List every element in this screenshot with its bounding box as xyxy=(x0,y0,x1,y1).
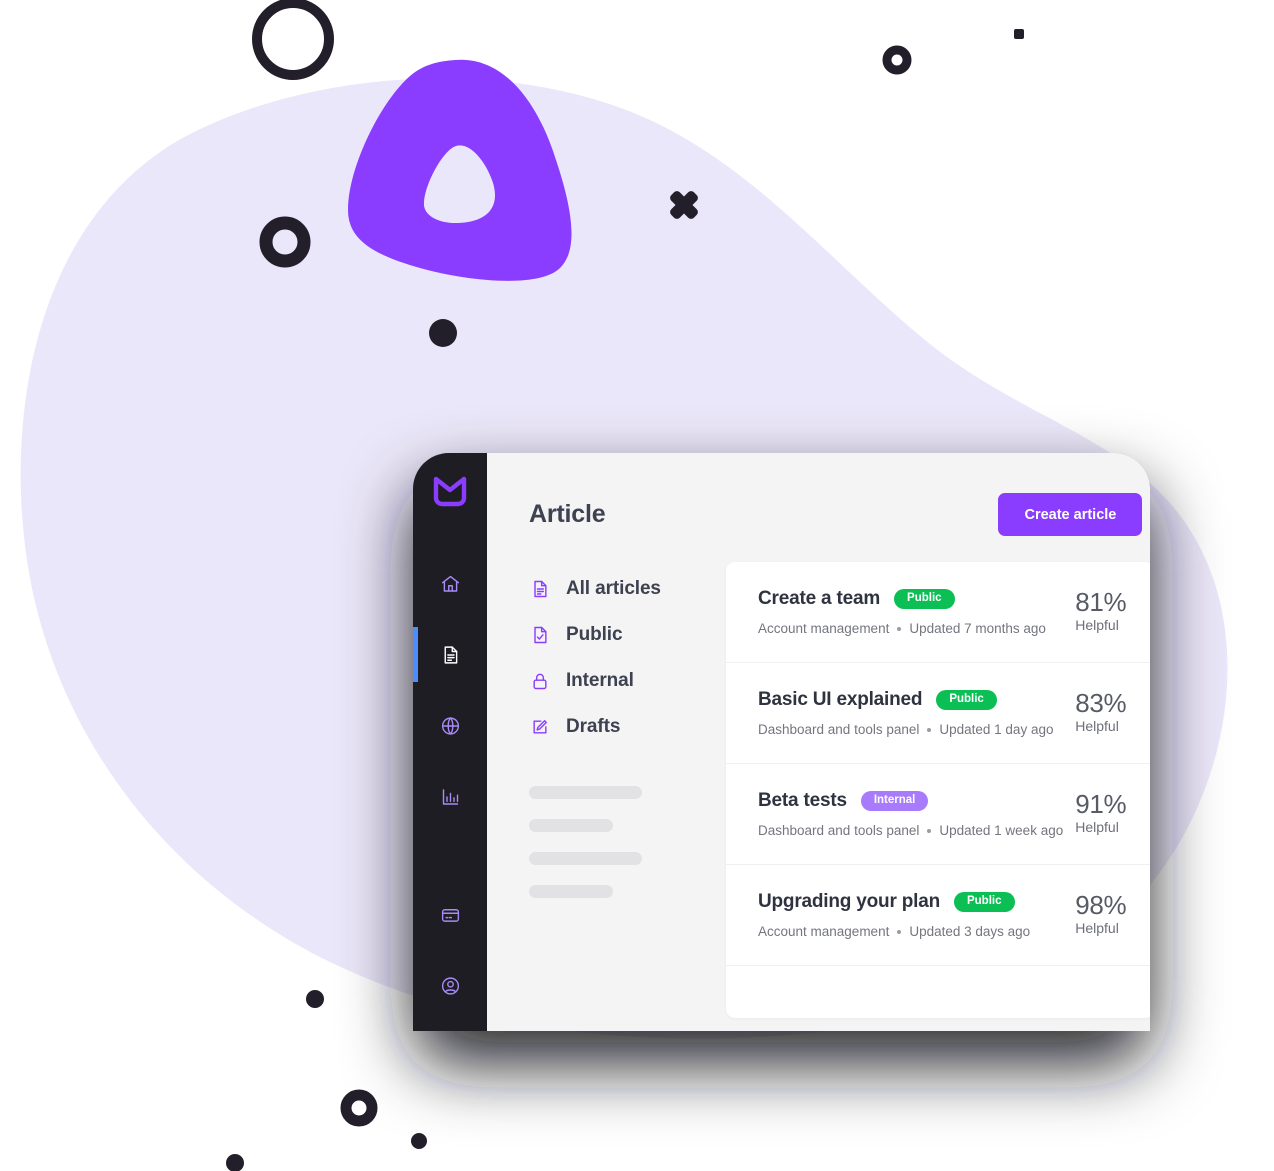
nav-item-internal[interactable]: Internal xyxy=(529,658,714,704)
article-title-row: Beta tests Internal xyxy=(758,790,1063,812)
article-updated: Updated 1 week ago xyxy=(939,823,1064,838)
article-title: Create a team xyxy=(758,588,881,609)
nav-item-all-articles[interactable]: All articles xyxy=(529,566,714,612)
helpful-percentage: 81% xyxy=(1075,587,1127,617)
table-row[interactable]: Create a team Public Account management … xyxy=(726,562,1150,663)
helpful-percentage: 98% xyxy=(1075,890,1127,920)
lock-icon xyxy=(529,671,550,692)
file-text-icon xyxy=(529,579,550,600)
nav-item-label: Public xyxy=(566,624,623,645)
article-updated: Updated 3 days ago xyxy=(909,924,1031,939)
dot-filled-mid xyxy=(429,319,457,347)
article-category: Account management xyxy=(758,621,890,636)
ring-outline-small-top xyxy=(882,45,912,75)
article-meta: Dashboard and tools panel Updated 1 day … xyxy=(758,722,1053,737)
sidebar-item-articles[interactable] xyxy=(413,619,487,690)
skeleton-bar xyxy=(529,885,613,898)
dot-filled-lower xyxy=(411,1133,427,1149)
dot-filled-left xyxy=(306,990,324,1008)
app-window: Article Create article All articles Publ… xyxy=(413,453,1150,1031)
dot-filled-base xyxy=(226,1154,244,1171)
article-title-row: Upgrading your plan Public xyxy=(758,891,1030,913)
status-badge: Internal xyxy=(860,790,929,812)
loading-skeleton-group xyxy=(529,786,714,898)
helpful-percentage: 83% xyxy=(1075,688,1127,718)
ring-outline-large xyxy=(252,0,334,80)
nav-item-label: Internal xyxy=(566,670,634,691)
article-updated: Updated 7 months ago xyxy=(909,621,1046,636)
helpful-label: Helpful xyxy=(1075,920,1119,937)
status-badge: Public xyxy=(936,689,997,711)
document-icon xyxy=(440,644,461,665)
skeleton-bar xyxy=(529,819,613,832)
ring-outline-bottom xyxy=(340,1089,378,1127)
article-info: Basic UI explained Public Dashboard and … xyxy=(758,689,1053,737)
panel-header: Article Create article xyxy=(487,453,1150,536)
article-category: Account management xyxy=(758,924,890,939)
page-title: Article xyxy=(529,500,606,528)
square-dot-top-right xyxy=(1014,29,1024,39)
meta-separator-dot xyxy=(897,626,902,631)
file-check-icon xyxy=(529,625,550,646)
meta-separator-dot xyxy=(927,828,932,833)
article-info: Upgrading your plan Public Account manag… xyxy=(758,891,1030,939)
table-row[interactable]: Beta tests Internal Dashboard and tools … xyxy=(726,764,1150,865)
nav-item-label: All articles xyxy=(566,578,661,599)
sidebar-item-reports[interactable] xyxy=(413,761,487,832)
article-score: 81% Helpful xyxy=(1075,588,1126,633)
nav-item-public[interactable]: Public xyxy=(529,612,714,658)
article-title: Basic UI explained xyxy=(758,689,923,710)
icon-rail-sidebar xyxy=(413,453,487,1031)
meta-separator-dot xyxy=(897,929,902,934)
sidebar-item-home[interactable] xyxy=(413,548,487,619)
helpful-label: Helpful xyxy=(1075,617,1119,634)
article-title: Upgrading your plan xyxy=(758,891,940,912)
article-title-row: Basic UI explained Public xyxy=(758,689,1053,711)
meta-separator-dot xyxy=(927,727,932,732)
article-info: Beta tests Internal Dashboard and tools … xyxy=(758,790,1063,838)
article-title: Beta tests xyxy=(758,790,847,811)
pencil-edit-icon xyxy=(529,717,550,738)
article-info: Create a team Public Account management … xyxy=(758,588,1046,636)
chart-icon xyxy=(440,786,461,807)
table-row[interactable]: Upgrading your plan Public Account manag… xyxy=(726,865,1150,966)
article-meta: Dashboard and tools panel Updated 1 week… xyxy=(758,823,1063,838)
skeleton-bar xyxy=(529,786,642,799)
create-article-button[interactable]: Create article xyxy=(998,493,1143,536)
helpful-label: Helpful xyxy=(1075,819,1119,836)
helpful-label: Helpful xyxy=(1075,718,1119,735)
article-filter-nav: All articles Public Internal Drafts xyxy=(529,562,714,1018)
status-badge: Public xyxy=(953,891,1015,913)
article-category: Dashboard and tools panel xyxy=(758,823,920,838)
app-logo-icon[interactable] xyxy=(433,475,467,512)
article-meta: Account management Updated 3 days ago xyxy=(758,924,1030,939)
sidebar-item-billing[interactable] xyxy=(413,879,487,950)
credit-card-icon xyxy=(440,904,461,925)
panel-body: All articles Public Internal Drafts Crea… xyxy=(487,536,1150,1018)
status-badge: Public xyxy=(894,588,955,610)
sidebar-item-account[interactable] xyxy=(413,950,487,1031)
skeleton-bar xyxy=(529,852,642,865)
sidebar-item-website[interactable] xyxy=(413,690,487,761)
article-meta: Account management Updated 7 months ago xyxy=(758,621,1046,636)
home-icon xyxy=(440,573,461,594)
article-score: 98% Helpful xyxy=(1075,891,1126,936)
table-row-partial[interactable] xyxy=(726,966,1150,1018)
helpful-percentage: 91% xyxy=(1075,789,1127,819)
article-score: 83% Helpful xyxy=(1075,689,1126,734)
globe-icon xyxy=(440,715,461,736)
table-row[interactable]: Basic UI explained Public Dashboard and … xyxy=(726,663,1150,764)
article-list: Create a team Public Account management … xyxy=(726,562,1150,1018)
main-panel: Article Create article All articles Publ… xyxy=(487,453,1150,1031)
article-title-row: Create a team Public xyxy=(758,588,1046,610)
nav-item-drafts[interactable]: Drafts xyxy=(529,704,714,750)
article-category: Dashboard and tools panel xyxy=(758,722,920,737)
article-updated: Updated 1 day ago xyxy=(939,722,1054,737)
nav-item-label: Drafts xyxy=(566,716,621,737)
user-icon xyxy=(440,975,461,996)
article-score: 91% Helpful xyxy=(1075,790,1126,835)
